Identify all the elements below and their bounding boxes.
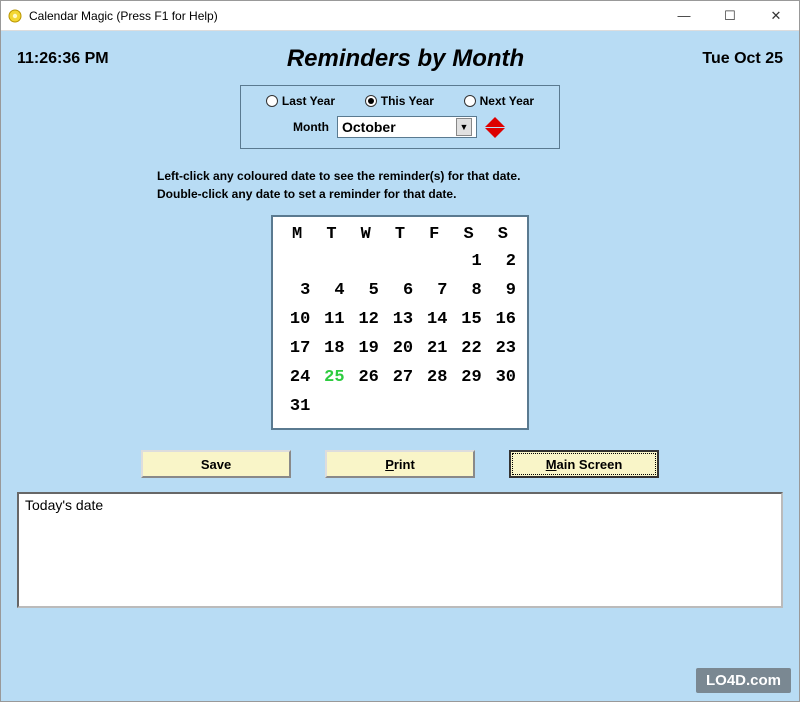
app-window: Calendar Magic (Press F1 for Help) — ☐ ✕… — [0, 0, 800, 702]
calendar-day-cell[interactable]: 15 — [452, 306, 484, 333]
calendar-day-cell[interactable]: 2 — [487, 248, 519, 275]
calendar-day-cell[interactable]: 31 — [281, 393, 313, 420]
month-row: Month October ▼ — [251, 116, 549, 138]
close-button[interactable]: ✕ — [753, 1, 799, 30]
current-date-label: Tue Oct 25 — [702, 50, 783, 68]
print-button[interactable]: Print — [325, 450, 475, 478]
calendar-day-cell[interactable]: 20 — [384, 335, 416, 362]
calendar-day-cell[interactable]: 30 — [487, 364, 519, 391]
calendar-day-cell[interactable]: 23 — [487, 335, 519, 362]
hint-line1: Left-click any coloured date to see the … — [157, 169, 520, 183]
chevron-down-icon: ▼ — [456, 118, 472, 136]
hint-line2: Double-click any date to set a reminder … — [157, 187, 456, 201]
calendar-header-cell: F — [418, 223, 450, 246]
button-label: Save — [201, 457, 231, 472]
save-button[interactable]: Save — [141, 450, 291, 478]
calendar-day-cell[interactable]: 12 — [350, 306, 382, 333]
calendar-day-cell[interactable]: 13 — [384, 306, 416, 333]
calendar-day-cell[interactable]: 18 — [315, 335, 347, 362]
page-title: Reminders by Month — [109, 45, 703, 73]
calendar-day-cell[interactable]: 6 — [384, 277, 416, 304]
calendar-day-cell — [487, 393, 519, 420]
radio-next-year[interactable]: Next Year — [464, 94, 535, 108]
calendar-day-cell[interactable]: 10 — [281, 306, 313, 333]
calendar-day-cell[interactable]: 19 — [350, 335, 382, 362]
year-month-panel: Last Year This Year Next Year Month Octo… — [240, 85, 560, 149]
calendar-day-cell[interactable]: 28 — [418, 364, 450, 391]
radio-this-year[interactable]: This Year — [365, 94, 434, 108]
calendar-day-cell[interactable]: 21 — [418, 335, 450, 362]
calendar-day-cell[interactable]: 1 — [452, 248, 484, 275]
calendar-day-cell — [384, 248, 416, 275]
calendar-day-cell[interactable]: 11 — [315, 306, 347, 333]
calendar-day-cell[interactable]: 27 — [384, 364, 416, 391]
calendar-day-cell — [452, 393, 484, 420]
calendar-day-cell[interactable]: 26 — [350, 364, 382, 391]
calendar-header-cell: T — [384, 223, 416, 246]
radio-label: Last Year — [282, 94, 335, 108]
spinner-up-icon[interactable] — [485, 117, 505, 127]
calendar-day-cell[interactable]: 9 — [487, 277, 519, 304]
titlebar: Calendar Magic (Press F1 for Help) — ☐ ✕ — [1, 1, 799, 31]
calendar-day-cell[interactable]: 16 — [487, 306, 519, 333]
calendar-day-cell[interactable]: 4 — [315, 277, 347, 304]
minimize-button[interactable]: — — [661, 1, 707, 30]
year-radio-group: Last Year This Year Next Year — [251, 94, 549, 108]
radio-label: Next Year — [480, 94, 535, 108]
month-label: Month — [293, 120, 329, 134]
calendar-grid: MTWTFSS123456789101112131415161718192021… — [281, 223, 519, 420]
header-row: 11:26:36 PM Reminders by Month Tue Oct 2… — [17, 45, 783, 73]
calendar-day-cell — [350, 248, 382, 275]
calendar-day-cell — [315, 393, 347, 420]
month-dropdown-value: October — [342, 119, 396, 135]
calendar-box: MTWTFSS123456789101112131415161718192021… — [271, 215, 529, 430]
calendar-day-cell — [281, 248, 313, 275]
radio-icon — [365, 95, 377, 107]
calendar-day-cell — [350, 393, 382, 420]
hint-text: Left-click any coloured date to see the … — [157, 167, 783, 203]
calendar-day-cell[interactable]: 24 — [281, 364, 313, 391]
maximize-button[interactable]: ☐ — [707, 1, 753, 30]
window-title: Calendar Magic (Press F1 for Help) — [29, 9, 661, 23]
client-area: 11:26:36 PM Reminders by Month Tue Oct 2… — [1, 31, 799, 701]
month-dropdown[interactable]: October ▼ — [337, 116, 477, 138]
radio-label: This Year — [381, 94, 434, 108]
calendar-day-cell — [418, 393, 450, 420]
reminder-textarea[interactable]: Today's date — [17, 492, 783, 608]
calendar-day-cell[interactable]: 29 — [452, 364, 484, 391]
calendar-header-cell: W — [350, 223, 382, 246]
calendar-day-cell[interactable]: 14 — [418, 306, 450, 333]
calendar-day-cell[interactable]: 7 — [418, 277, 450, 304]
radio-icon — [464, 95, 476, 107]
calendar-header-cell: M — [281, 223, 313, 246]
spinner-down-icon[interactable] — [485, 128, 505, 138]
radio-icon — [266, 95, 278, 107]
calendar-day-cell[interactable]: 8 — [452, 277, 484, 304]
main-screen-button[interactable]: Main Screen — [509, 450, 659, 478]
calendar-header-cell: S — [487, 223, 519, 246]
clock-label: 11:26:36 PM — [17, 50, 109, 68]
calendar-day-cell[interactable]: 17 — [281, 335, 313, 362]
app-icon — [7, 8, 23, 24]
calendar-day-cell — [418, 248, 450, 275]
calendar-header-cell: T — [315, 223, 347, 246]
calendar-header-cell: S — [452, 223, 484, 246]
calendar-day-cell[interactable]: 25 — [315, 364, 347, 391]
calendar-day-cell — [384, 393, 416, 420]
calendar-day-cell[interactable]: 22 — [452, 335, 484, 362]
month-spinner — [485, 117, 507, 138]
reminder-text: Today's date — [25, 497, 103, 513]
buttons-row: Save Print Main Screen — [17, 450, 783, 478]
watermark: LO4D.com — [696, 668, 791, 693]
window-controls: — ☐ ✕ — [661, 1, 799, 30]
radio-last-year[interactable]: Last Year — [266, 94, 335, 108]
calendar-day-cell[interactable]: 5 — [350, 277, 382, 304]
calendar-day-cell[interactable]: 3 — [281, 277, 313, 304]
calendar-day-cell — [315, 248, 347, 275]
